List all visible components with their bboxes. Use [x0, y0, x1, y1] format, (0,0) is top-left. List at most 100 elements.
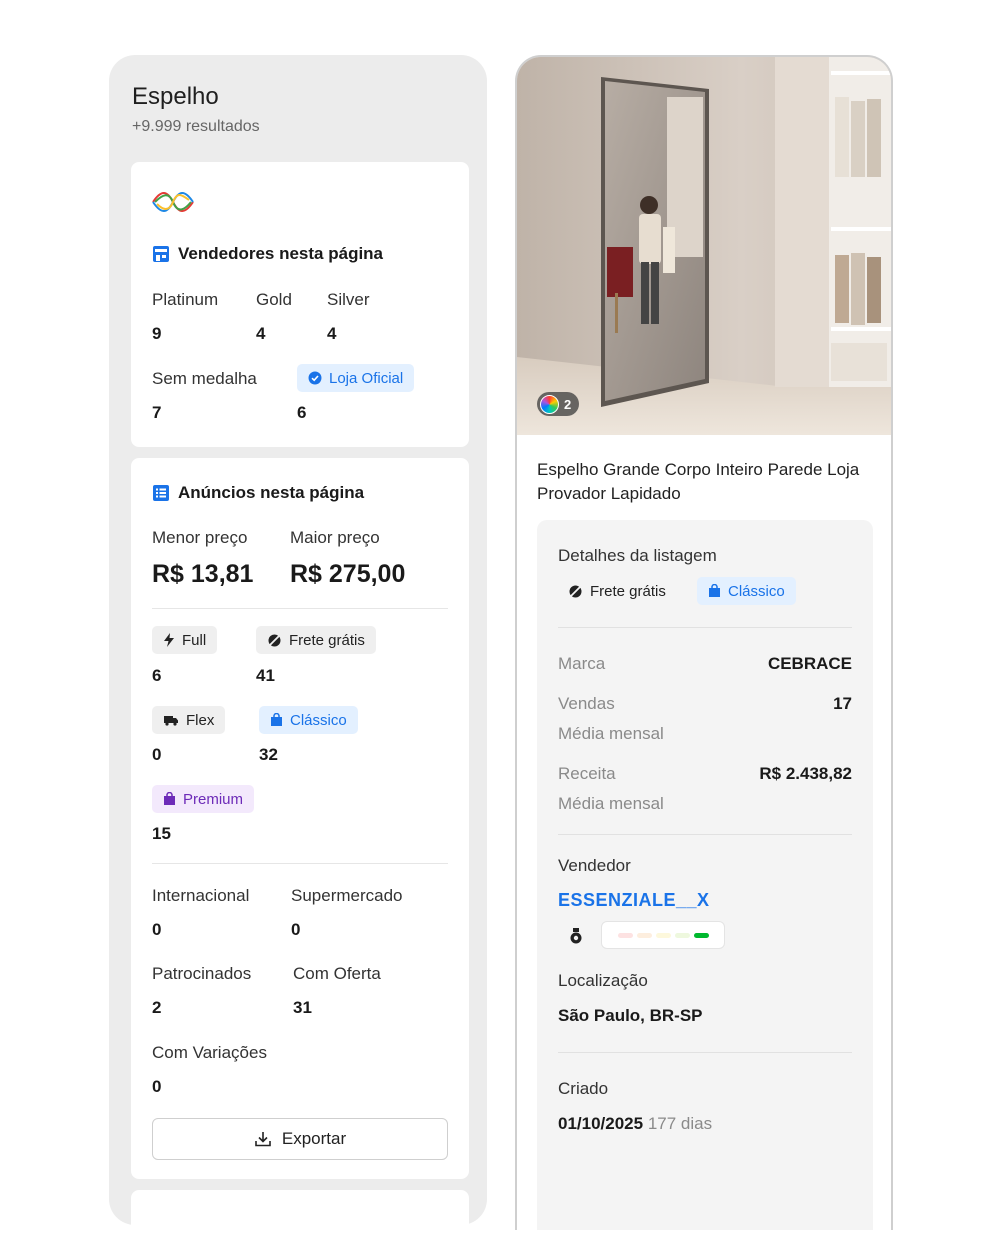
location-value: São Paulo, BR-SP [558, 1006, 703, 1025]
sales-sub-label: Média mensal [558, 724, 664, 743]
free-shipping-chip: Frete grátis [256, 626, 376, 654]
product-photo [517, 57, 891, 435]
sellers-section-title: Vendedores nesta página [178, 244, 384, 263]
created-age: 177 dias [647, 1114, 713, 1133]
with-variations-label: Com Variações [152, 1043, 267, 1062]
revenue-sub-label: Média mensal [558, 794, 664, 813]
product-title[interactable]: Espelho Grande Corpo Inteiro Parede Loja… [537, 458, 867, 506]
lightning-icon [164, 633, 174, 647]
silver-value: 4 [327, 324, 337, 343]
sponsored-value: 2 [152, 998, 162, 1017]
export-label: Exportar [281, 1129, 347, 1148]
gold-value: 4 [256, 324, 266, 343]
flex-value: 0 [152, 745, 162, 764]
classic-chip: Clássico [259, 706, 358, 734]
divider [558, 1052, 852, 1053]
divider [152, 608, 448, 609]
shopping-bag-icon [709, 584, 720, 597]
results-count: +9.999 resultados [132, 118, 260, 135]
brand-wave-logo [152, 192, 194, 212]
variants-badge[interactable]: 2 [537, 392, 580, 416]
next-card [131, 1190, 469, 1250]
min-price-value: R$ 13,81 [152, 560, 254, 588]
seller-name-link[interactable]: ESSENZIALE__X [558, 890, 710, 911]
free-shipping-icon [268, 633, 281, 647]
min-price-label: Menor preço [152, 528, 248, 547]
details-title: Detalhes da listagem [558, 546, 717, 565]
divider [558, 627, 852, 628]
free-shipping-tag: Frete grátis [558, 577, 676, 605]
international-label: Internacional [152, 886, 250, 905]
brand-value: CEBRACE [767, 654, 852, 673]
flex-label: Flex [186, 711, 215, 729]
sponsored-label: Patrocinados [152, 964, 252, 983]
sellers-card: Vendedores nesta página Platinum 9 Gold … [131, 162, 469, 447]
supermarket-label: Supermercado [291, 886, 403, 905]
free-shipping-label: Frete grátis [289, 631, 365, 649]
reputation-thermometer [601, 921, 725, 949]
search-query-title: Espelho [132, 83, 219, 110]
medal-icon [570, 928, 582, 944]
color-wheel-icon [540, 394, 559, 414]
created-label: Criado [558, 1079, 609, 1098]
with-variations-value: 0 [152, 1077, 162, 1096]
free-shipping-value: 41 [256, 666, 275, 685]
revenue-label: Receita [558, 764, 616, 783]
ads-section-header: Anúncios nesta página [152, 483, 364, 503]
brand-label: Marca [558, 654, 606, 673]
official-store-value: 6 [297, 403, 307, 422]
gold-label: Gold [256, 290, 292, 309]
verified-icon [308, 371, 322, 385]
international-value: 0 [152, 920, 162, 939]
ads-card: Anúncios nesta página Menor preço R$ 13,… [131, 458, 469, 1179]
reputation-segment-orange [636, 932, 652, 938]
product-image[interactable]: 2 [517, 57, 891, 435]
divider [152, 863, 448, 864]
free-shipping-tag-label: Frete grátis [590, 582, 666, 600]
ads-section-title: Anúncios nesta página [178, 483, 365, 502]
no-medal-value: 7 [152, 403, 162, 422]
listing-type-tag: Clássico [697, 577, 796, 605]
download-icon [255, 1132, 271, 1147]
official-store-label: Loja Oficial [329, 369, 404, 387]
van-icon [164, 716, 178, 726]
full-label: Full [182, 631, 207, 649]
divider [558, 834, 852, 835]
premium-value: 15 [152, 824, 171, 843]
created-row: 01/10/2025 177 dias [558, 1114, 712, 1134]
max-price-value: R$ 275,00 [290, 560, 406, 588]
classic-value: 32 [259, 745, 278, 764]
full-chip: Full [152, 626, 218, 654]
shopping-bag-icon [271, 713, 282, 726]
listing-details: Detalhes da listagem Frete grátis Clássi… [537, 520, 873, 1230]
max-price-label: Maior preço [290, 528, 380, 547]
reputation-segment-green [693, 932, 709, 938]
platinum-label: Platinum [152, 290, 219, 309]
platinum-value: 9 [152, 324, 162, 343]
reputation-segment-yellow [655, 932, 671, 938]
silver-label: Silver [327, 290, 370, 309]
shopping-bag-icon [164, 792, 175, 805]
export-button[interactable]: Exportar [152, 1118, 448, 1160]
no-medal-label: Sem medalha [152, 369, 257, 388]
reputation-segment-red [617, 932, 633, 938]
variants-count: 2 [564, 396, 572, 412]
classic-label: Clássico [290, 711, 347, 729]
revenue-value: R$ 2.438,82 [759, 764, 852, 783]
store-icon [153, 246, 169, 262]
location-label: Localização [558, 971, 648, 990]
listing-type-label: Clássico [728, 582, 785, 600]
supermarket-value: 0 [291, 920, 301, 939]
premium-label: Premium [183, 790, 244, 808]
seller-label: Vendedor [558, 856, 631, 875]
full-value: 6 [152, 666, 162, 685]
sales-label: Vendas [558, 694, 615, 713]
reputation-segment-lightgreen [674, 932, 690, 938]
free-shipping-icon [569, 584, 582, 598]
sales-value: 17 [833, 694, 852, 713]
premium-chip: Premium [152, 785, 255, 813]
list-icon [153, 485, 169, 501]
sellers-section-header: Vendedores nesta página [152, 244, 383, 264]
product-card[interactable]: 2 Espelho Grande Corpo Inteiro Parede Lo… [515, 55, 893, 1230]
created-date: 01/10/2025 [558, 1114, 644, 1133]
